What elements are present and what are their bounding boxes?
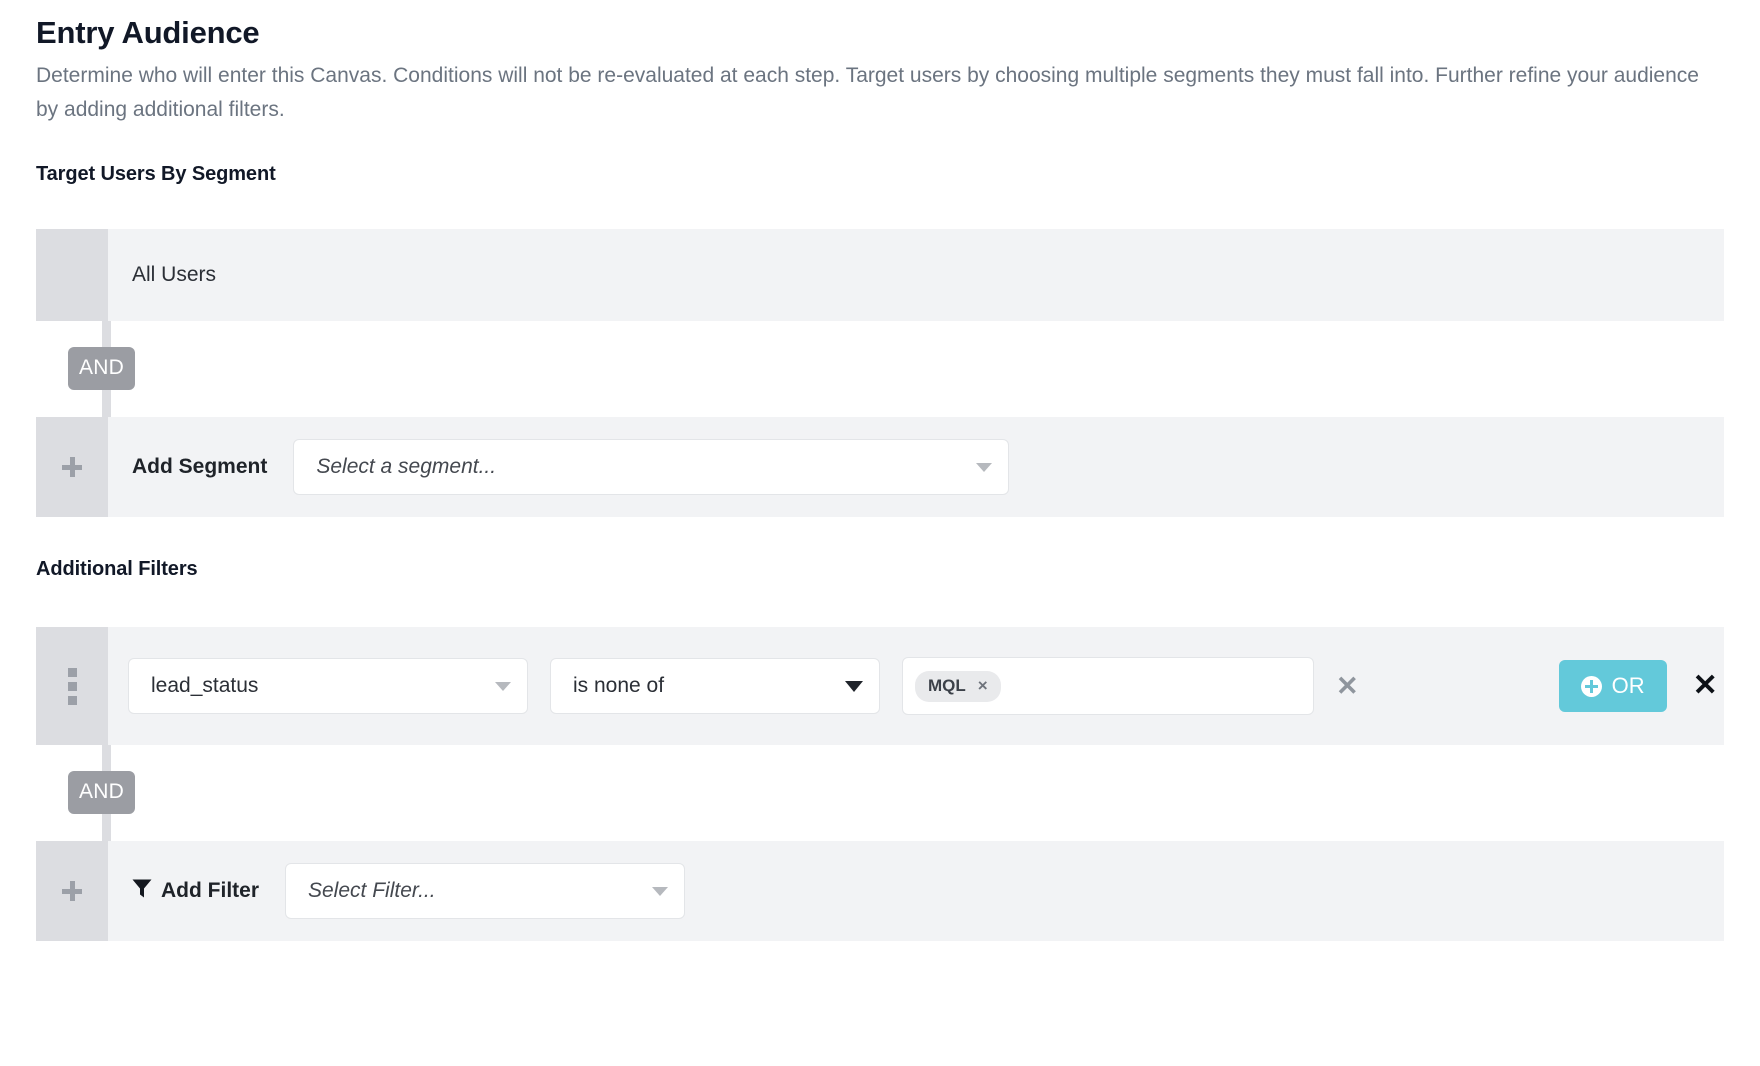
filter-field-value: lead_status: [151, 674, 259, 698]
segment-select[interactable]: Select a segment...: [293, 439, 1010, 496]
add-segment-label: Add Segment: [132, 455, 268, 479]
filter-value-tag[interactable]: MQL ×: [915, 670, 1001, 702]
page-title: Entry Audience: [36, 15, 260, 50]
filter-and-connector: AND: [36, 745, 1724, 842]
segment-row-all-users: All Users: [36, 229, 1724, 322]
add-segment-plus-handle[interactable]: [36, 417, 108, 518]
plus-icon: [62, 881, 82, 902]
entry-audience-page: Entry Audience Determine who will enter …: [0, 0, 1760, 1066]
chevron-down-icon: [652, 886, 668, 896]
filter-row-drag-handle[interactable]: [36, 627, 108, 746]
filter-operator-select[interactable]: is none of: [550, 658, 880, 715]
filter-operator-value: is none of: [573, 674, 665, 698]
segments-heading: Target Users By Segment: [36, 163, 276, 186]
filter-value-tag-label: MQL: [928, 675, 966, 695]
and-badge[interactable]: AND: [68, 771, 135, 815]
plus-circle-icon: [1580, 675, 1602, 697]
add-filter-plus-handle[interactable]: [36, 841, 108, 942]
chevron-down-icon: [495, 681, 511, 691]
filter-field-select[interactable]: lead_status: [128, 658, 528, 715]
filters-heading: Additional Filters: [36, 558, 198, 581]
filter-value-input[interactable]: MQL ×: [902, 657, 1314, 716]
filter-row: lead_status is none of MQL × ✕ OR ✕: [36, 627, 1724, 746]
segment-and-connector: AND: [36, 321, 1724, 418]
remove-tag-icon[interactable]: ×: [978, 676, 988, 696]
and-badge[interactable]: AND: [68, 347, 135, 391]
add-segment-row: Add Segment Select a segment...: [36, 417, 1724, 518]
add-filter-row: Add Filter Select Filter...: [36, 841, 1724, 942]
filter-select[interactable]: Select Filter...: [285, 863, 685, 920]
segment-select-placeholder: Select a segment...: [316, 455, 497, 479]
add-filter-label: Add Filter: [132, 878, 259, 905]
filter-select-placeholder: Select Filter...: [308, 879, 436, 903]
add-or-condition-button[interactable]: OR: [1558, 660, 1667, 713]
chevron-down-icon: [976, 462, 993, 472]
drag-handle-icon: [67, 667, 77, 705]
delete-filter-button[interactable]: ✕: [1693, 671, 1718, 701]
all-users-label: All Users: [132, 263, 217, 287]
page-description: Determine who will enter this Canvas. Co…: [36, 64, 1699, 122]
segment-row-handle: [36, 229, 108, 322]
clear-filter-value-button[interactable]: ✕: [1336, 672, 1359, 700]
or-button-label: OR: [1611, 673, 1645, 699]
chevron-down-icon: [845, 680, 863, 692]
plus-icon: [62, 457, 82, 478]
funnel-icon: [132, 878, 152, 905]
add-filter-label-text: Add Filter: [161, 878, 259, 902]
